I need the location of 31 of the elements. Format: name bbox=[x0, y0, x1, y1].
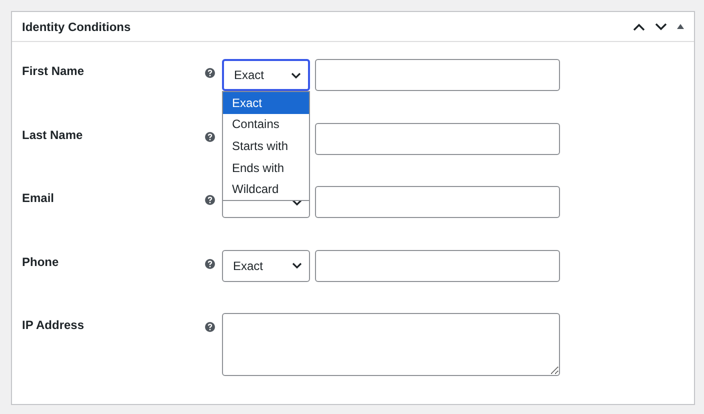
chevron-up-icon[interactable] bbox=[633, 22, 645, 30]
help-icon[interactable] bbox=[205, 258, 215, 268]
triangle-up-icon[interactable] bbox=[677, 24, 684, 29]
field-label: Email bbox=[22, 190, 56, 207]
help-icon[interactable] bbox=[205, 195, 215, 205]
select-value: Exact bbox=[234, 67, 264, 84]
text-input[interactable] bbox=[315, 122, 560, 154]
dropdown-option[interactable]: Contains bbox=[223, 114, 309, 136]
text-input[interactable] bbox=[315, 59, 560, 91]
select-value: Exact bbox=[233, 258, 264, 274]
text-area[interactable] bbox=[222, 313, 560, 376]
text-input[interactable] bbox=[315, 186, 560, 218]
text-input[interactable] bbox=[315, 250, 560, 282]
match-select[interactable]: Exact bbox=[222, 59, 310, 91]
field-label: Phone bbox=[22, 254, 60, 270]
match-select[interactable]: Exact bbox=[222, 250, 310, 282]
help-icon[interactable] bbox=[205, 322, 215, 332]
help-icon[interactable] bbox=[205, 68, 215, 78]
dropdown-option[interactable]: Starts with bbox=[223, 135, 309, 157]
dropdown-option[interactable]: Wildcard bbox=[223, 178, 309, 200]
chevron-down-icon bbox=[292, 262, 302, 269]
panel-title: Identity Conditions bbox=[22, 18, 132, 36]
dropdown-option[interactable]: Exact bbox=[223, 92, 309, 114]
field-label: Last Name bbox=[22, 126, 84, 144]
dropdown-option[interactable]: Ends with bbox=[223, 156, 309, 178]
field-label: IP Address bbox=[22, 317, 86, 334]
chevron-down-icon bbox=[291, 72, 301, 78]
chevron-down-icon[interactable] bbox=[655, 22, 667, 30]
help-icon[interactable] bbox=[205, 132, 215, 142]
field-label: First Name bbox=[22, 63, 86, 80]
chevron-down-icon bbox=[292, 198, 302, 206]
